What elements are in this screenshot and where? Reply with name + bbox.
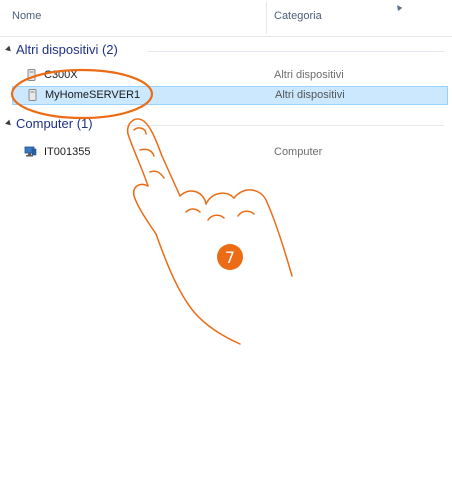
item-name: IT001355 [44,146,91,158]
group-divider-line [148,51,444,52]
list-item-it001355[interactable]: IT001355 Computer [12,143,448,162]
step-badge: 7 [217,244,243,270]
collapse-triangle-icon[interactable] [5,45,13,54]
column-name-header[interactable]: Nome [12,10,41,22]
item-category: Altri dispositivi [274,69,344,81]
list-item-myhomeserver1[interactable]: MyHomeSERVER1 Altri dispositivi [12,86,448,105]
item-category: Computer [274,146,323,158]
item-name: C300X [44,69,78,81]
item-category: Altri dispositivi [275,89,345,101]
network-device-list: Nome Categoria ▲ Altri dispositivi (2) C… [0,0,452,492]
group-header-other-devices[interactable]: Altri dispositivi (2) [0,42,452,62]
group-title: Altri dispositivi (2) [16,42,118,57]
column-category-header[interactable]: Categoria [274,10,322,22]
device-icon [28,89,37,101]
list-item-c300x[interactable]: C300X Altri dispositivi [12,66,448,85]
group-divider-line [124,125,444,126]
computer-icon [24,146,37,157]
item-name: MyHomeSERVER1 [45,89,141,101]
sort-arrow-icon: ▲ [391,0,405,14]
collapse-triangle-icon[interactable] [5,119,13,128]
device-icon [27,69,36,81]
column-divider[interactable] [266,2,267,34]
column-header: Nome Categoria ▲ [0,0,452,37]
group-title: Computer (1) [16,116,93,131]
group-header-computer[interactable]: Computer (1) [0,116,452,136]
step-number: 7 [225,248,235,267]
